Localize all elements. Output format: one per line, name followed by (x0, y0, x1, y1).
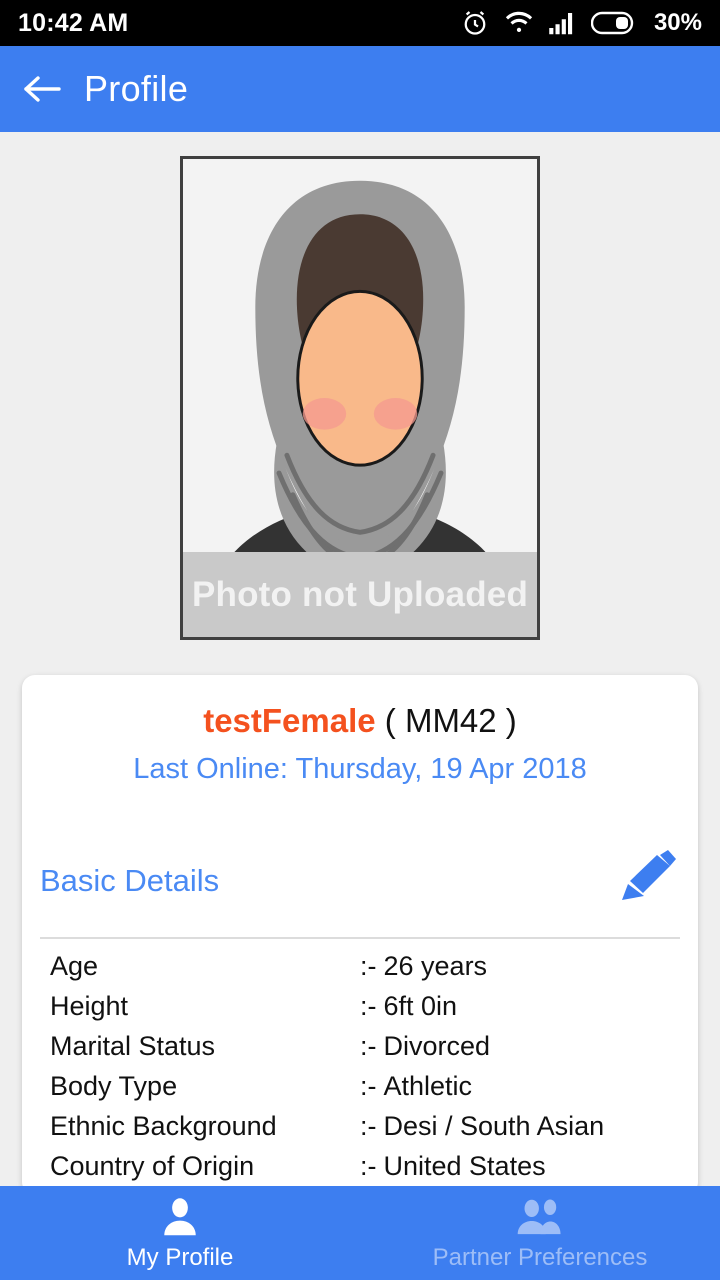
nav-item-my-profile[interactable]: My Profile (0, 1186, 360, 1280)
people-icon (517, 1199, 561, 1235)
detail-value: :- 6ft 0in (360, 991, 457, 1022)
status-bar: 10:42 AM 30% (0, 0, 720, 46)
pencil-edit-icon (622, 849, 676, 900)
table-row: Age :- 26 years (22, 951, 698, 991)
wifi-icon (505, 11, 533, 32)
detail-separator: :- (360, 1070, 377, 1101)
table-row: Height :- 6ft 0in (22, 991, 698, 1031)
profile-name-line: testFemale ( MM42 ) (22, 701, 698, 741)
detail-label: Country of Origin (50, 1150, 255, 1181)
detail-label: Age (50, 950, 99, 981)
battery-icon (590, 11, 634, 35)
detail-separator: :- (360, 1030, 377, 1061)
basic-details-list: Age :- 26 years Height :- 6ft 0in Marital … (22, 951, 698, 1195)
detail-value-text: Desi / South Asian (383, 1110, 605, 1141)
status-time: 10:42 AM (18, 8, 129, 37)
profile-screen: 10:42 AM 30% Profile Photo not Uploaded … (0, 0, 720, 1280)
nav-item-partner-preferences[interactable]: Partner Preferences (360, 1186, 720, 1280)
person-icon (164, 1198, 196, 1236)
alarm-icon (464, 11, 486, 35)
page-title: Profile (84, 68, 189, 109)
battery-percent: 30% (653, 9, 702, 36)
detail-value: :- Desi / South Asian (360, 1111, 604, 1142)
nav-label: Partner Preferences (432, 1244, 648, 1271)
photo-section: Photo not Uploaded (0, 132, 720, 675)
detail-value-text: 6ft 0in (383, 990, 458, 1021)
profile-details-card: testFemale ( MM42 ) Last Online: Thursda… (22, 675, 698, 1195)
detail-value-text: Divorced (383, 1030, 491, 1061)
detail-value: :- 26 years (360, 951, 487, 982)
profile-name: testFemale (203, 702, 376, 739)
app-bar: Profile (0, 46, 720, 132)
table-row: Ethnic Background :- Desi / South Asian (22, 1111, 698, 1151)
detail-separator: :- (360, 1150, 377, 1181)
detail-value-text: Athletic (383, 1070, 473, 1101)
detail-separator: :- (360, 950, 377, 981)
detail-value-text: United States (383, 1150, 546, 1181)
profile-photo-frame[interactable]: Photo not Uploaded (180, 156, 540, 640)
detail-value-text: 26 years (383, 950, 488, 981)
section-divider (40, 936, 680, 939)
bottom-navigation: My Profile Partner Preferences (0, 1186, 720, 1280)
back-button[interactable] (0, 69, 84, 109)
detail-separator: :- (360, 990, 377, 1021)
detail-value: :- Divorced (360, 1031, 490, 1062)
detail-label: Height (50, 990, 129, 1021)
detail-value: :- Athletic (360, 1071, 472, 1102)
photo-caption-text: Photo not Uploaded (191, 574, 529, 614)
basic-details-header: Basic Details (40, 848, 680, 915)
profile-member-id: ( MM42 ) (384, 702, 517, 739)
last-online-text: Last Online: Thursday, 19 Apr 2018 (133, 752, 587, 785)
detail-label: Ethnic Background (50, 1110, 277, 1141)
detail-value: :- United States (360, 1151, 546, 1182)
signal-icon (549, 13, 573, 35)
detail-separator: :- (360, 1110, 377, 1141)
table-row: Body Type :- Athletic (22, 1071, 698, 1111)
table-row: Country of Origin :- United States (22, 1151, 698, 1191)
arrow-left-icon (24, 76, 61, 102)
edit-basic-details-button[interactable] (610, 848, 680, 915)
status-icon-group: 30% (460, 8, 702, 38)
detail-label: Body Type (50, 1070, 178, 1101)
nav-label: My Profile (126, 1244, 234, 1271)
section-title: Basic Details (40, 863, 220, 899)
detail-label: Marital Status (50, 1030, 216, 1061)
photo-caption: Photo not Uploaded (183, 552, 537, 637)
table-row: Marital Status :- Divorced (22, 1031, 698, 1071)
